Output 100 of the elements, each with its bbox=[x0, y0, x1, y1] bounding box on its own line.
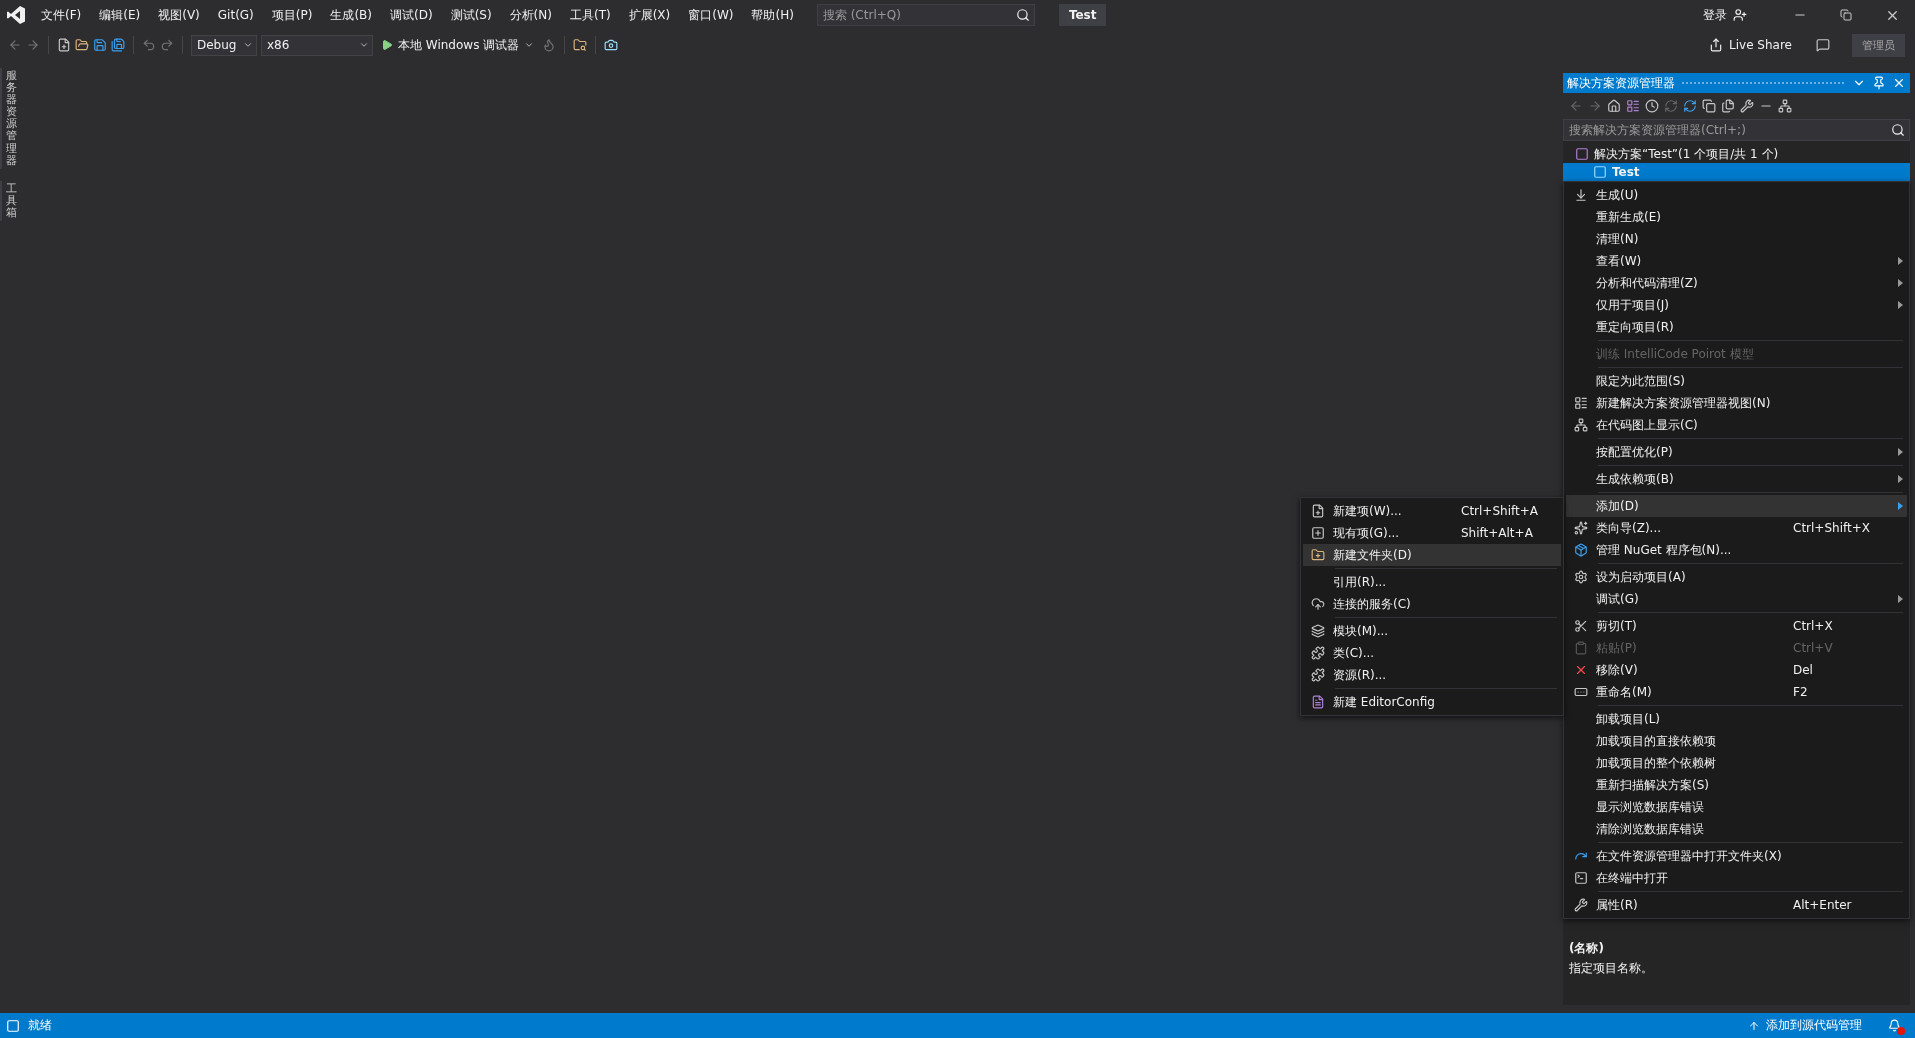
share-icon bbox=[1709, 38, 1724, 52]
menu-item[interactable]: 生成(U) bbox=[1566, 184, 1907, 206]
sign-in-link[interactable]: 登录 bbox=[1703, 6, 1727, 24]
menu-item[interactable]: 移除(V) Del bbox=[1566, 659, 1907, 681]
menu-item[interactable]: 仅用于项目(J) bbox=[1566, 294, 1907, 316]
add-item-icon bbox=[1311, 526, 1325, 540]
menu-item[interactable]: 资源(R)... bbox=[1303, 664, 1561, 686]
menu-item[interactable]: 新建项(W)... Ctrl+Shift+A bbox=[1303, 500, 1561, 522]
menu-bar-item[interactable]: 调试(D) bbox=[381, 4, 442, 26]
redo-icon bbox=[160, 38, 174, 52]
menu-item[interactable]: 现有项(G)... Shift+Alt+A bbox=[1303, 522, 1561, 544]
menu-item[interactable]: 新建 EditorConfig bbox=[1303, 691, 1561, 713]
menu-bar-item[interactable]: 视图(V) bbox=[149, 4, 209, 26]
search-field[interactable]: 搜索解决方案资源管理器(Ctrl+;) bbox=[1563, 119, 1910, 141]
role-badge: 管理员 bbox=[1852, 33, 1905, 57]
menu-item[interactable]: 剪切(T) Ctrl+X bbox=[1566, 615, 1907, 637]
live-share-button[interactable]: Live Share bbox=[1703, 33, 1798, 57]
menu-bar-item[interactable]: 窗口(W) bbox=[679, 4, 743, 26]
menu-bar-item[interactable]: 项目(P) bbox=[262, 4, 322, 26]
menu-item[interactable]: 设为启动项目(A) bbox=[1566, 566, 1907, 588]
menu-bar-item[interactable]: 生成(B) bbox=[321, 4, 381, 26]
menu-item[interactable]: 重新扫描解决方案(S) bbox=[1566, 774, 1907, 796]
menu-bar-item[interactable]: 工具(T) bbox=[560, 4, 620, 26]
chevron-down-icon bbox=[359, 40, 369, 50]
menu-item[interactable]: 清除浏览数据库错误 bbox=[1566, 818, 1907, 840]
side-tab[interactable]: 服务器资源管理器 bbox=[0, 68, 22, 169]
tree-item[interactable]: Test bbox=[1563, 163, 1910, 181]
menu-bar-item[interactable]: 测试(S) bbox=[441, 4, 501, 26]
side-tab[interactable]: 工具箱 bbox=[0, 180, 22, 222]
folder-search-icon bbox=[573, 38, 588, 52]
history-icon bbox=[1645, 99, 1659, 113]
flame-icon bbox=[542, 38, 557, 52]
menu-item[interactable]: 显示浏览数据库错误 bbox=[1566, 796, 1907, 818]
search-icon bbox=[1891, 123, 1905, 137]
menu-bar-item[interactable]: 分析(N) bbox=[500, 4, 561, 26]
menu-item[interactable]: 重定向项目(R) bbox=[1566, 316, 1907, 338]
menu-item[interactable]: 在代码图上显示(C) bbox=[1566, 414, 1907, 436]
back-icon bbox=[8, 38, 22, 52]
menu-bar-item[interactable]: 扩展(X) bbox=[619, 4, 680, 26]
shortcut-text: Shift+Alt+A bbox=[1461, 526, 1534, 540]
menu-bar-item[interactable]: 编辑(E) bbox=[90, 4, 150, 26]
menu-bar-item[interactable]: Git(G) bbox=[208, 4, 263, 26]
shortcut-text: Ctrl+Shift+A bbox=[1461, 504, 1539, 518]
menu-item[interactable]: 添加(D) bbox=[1566, 495, 1907, 517]
menu-item[interactable]: 属性(R) Alt+Enter bbox=[1566, 894, 1907, 916]
new-item-icon bbox=[1311, 504, 1325, 518]
shortcut-text: Alt+Enter bbox=[1793, 898, 1853, 912]
clipboard-icon bbox=[1574, 641, 1588, 655]
menu-item[interactable]: 引用(R)... bbox=[1303, 571, 1561, 593]
menu-bar-item[interactable]: 文件(F) bbox=[32, 4, 91, 26]
feedback-icon bbox=[1816, 38, 1830, 52]
menu-item[interactable]: 连接的服务(C) bbox=[1303, 593, 1561, 615]
menu-item[interactable]: 按配置优化(P) bbox=[1566, 441, 1907, 463]
menu-item[interactable]: 加载项目的直接依赖项 bbox=[1566, 730, 1907, 752]
menu-item[interactable]: 分析和代码清理(Z) bbox=[1566, 272, 1907, 294]
wrench-icon bbox=[1574, 898, 1588, 912]
view-switch-icon bbox=[1626, 99, 1640, 113]
menu-item[interactable]: 重命名(M) F2 bbox=[1566, 681, 1907, 703]
menu-item[interactable]: 管理 NuGet 程序包(N)... bbox=[1566, 539, 1907, 561]
package-icon bbox=[1574, 543, 1588, 557]
file-icon bbox=[1311, 695, 1325, 709]
save-icon bbox=[93, 38, 107, 52]
menu-item[interactable]: 新建解决方案资源管理器视图(N) bbox=[1566, 392, 1907, 414]
back-icon bbox=[1569, 99, 1583, 113]
tree-item[interactable]: 解决方案“Test”(1 个项目/共 1 个) bbox=[1563, 145, 1910, 163]
property-description: 指定项目名称。 bbox=[1569, 960, 1654, 977]
search-field[interactable]: 搜索 (Ctrl+Q) bbox=[816, 4, 1035, 26]
menu-item[interactable]: 类(C)... bbox=[1303, 642, 1561, 664]
play-icon bbox=[381, 39, 393, 51]
menu-item[interactable]: 卸载项目(L) bbox=[1566, 708, 1907, 730]
settings-icon bbox=[1574, 570, 1588, 584]
menu-item[interactable]: 调试(G) bbox=[1566, 588, 1907, 610]
diagram-icon bbox=[1574, 418, 1588, 432]
menu-item[interactable]: 在终端中打开 bbox=[1566, 867, 1907, 889]
platform-dropdown[interactable]: x86 bbox=[261, 34, 373, 56]
menu-item[interactable]: 新建文件夹(D) bbox=[1303, 544, 1561, 566]
solution-icon bbox=[1575, 147, 1589, 161]
menu-item[interactable]: 生成依赖项(B) bbox=[1566, 468, 1907, 490]
pin-icon bbox=[1872, 76, 1886, 90]
forward-icon bbox=[1588, 99, 1602, 113]
cloud-icon bbox=[1311, 597, 1325, 611]
panel-title: 解决方案资源管理器 bbox=[1567, 74, 1675, 92]
menu-item[interactable]: 加载项目的整个依赖树 bbox=[1566, 752, 1907, 774]
menu-bar-item[interactable]: 帮助(H) bbox=[742, 4, 803, 26]
component-icon bbox=[1311, 668, 1325, 682]
menu-item[interactable]: 模块(M)... bbox=[1303, 620, 1561, 642]
scissors-icon bbox=[1574, 619, 1588, 633]
menu-item[interactable]: 重新生成(E) bbox=[1566, 206, 1907, 228]
folder-icon bbox=[1311, 548, 1325, 562]
sparkle-icon bbox=[1574, 521, 1588, 535]
menu-item[interactable]: 类向导(Z)... Ctrl+Shift+X bbox=[1566, 517, 1907, 539]
menu-item[interactable]: 限定为此范围(S) bbox=[1566, 370, 1907, 392]
menu-item[interactable]: 在文件资源管理器中打开文件夹(X) bbox=[1566, 845, 1907, 867]
menu-item[interactable]: 查看(W) bbox=[1566, 250, 1907, 272]
source-control-button[interactable]: 添加到源代码管理 bbox=[1742, 1016, 1868, 1035]
chevron-down-icon bbox=[524, 40, 535, 50]
menu-item[interactable]: 清理(N) bbox=[1566, 228, 1907, 250]
camera-icon bbox=[604, 38, 619, 52]
run-button[interactable]: 本地 Windows 调试器 bbox=[377, 34, 539, 56]
configuration-dropdown[interactable]: Debug bbox=[191, 34, 257, 56]
